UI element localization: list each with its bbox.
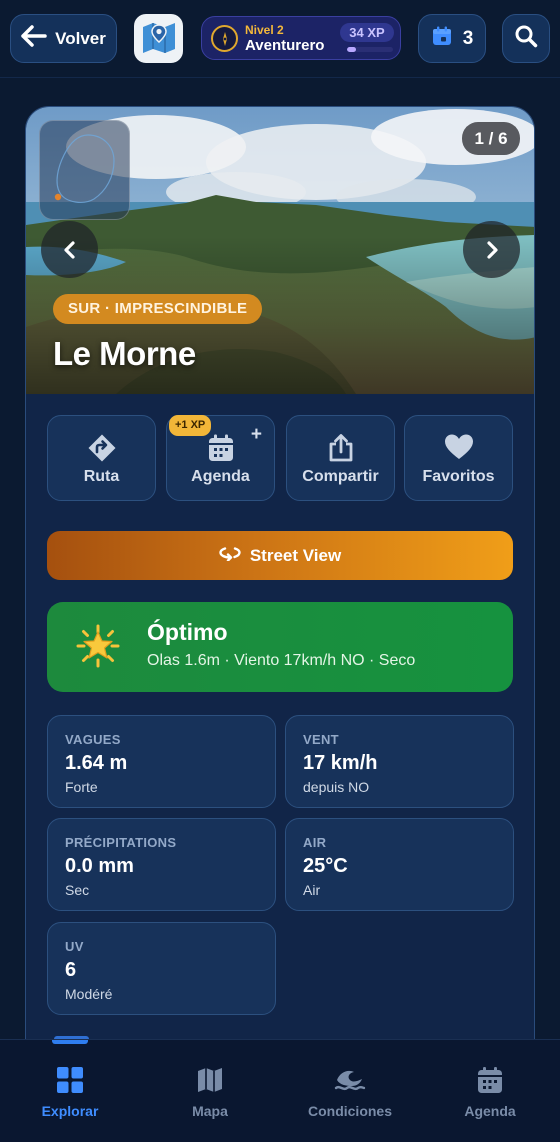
chevron-right-icon — [484, 240, 500, 259]
place-title: Le Morne — [53, 335, 196, 372]
conditions-status: Óptimo — [147, 619, 228, 645]
nav-explorar[interactable]: Explorar — [0, 1040, 140, 1140]
route-button[interactable]: Ruta — [47, 415, 156, 501]
nav-label: Mapa — [192, 1103, 228, 1119]
share-icon — [287, 433, 394, 463]
tile-label: PRÉCIPITATIONS — [65, 835, 177, 850]
map-pin-icon — [140, 18, 178, 59]
top-bar: Volver Nivel 2 Aventurero 34 XP 3 — [0, 0, 560, 78]
tile-value: 25°C — [303, 855, 348, 877]
tile-sub: Forte — [65, 779, 98, 795]
share-button[interactable]: Compartir — [286, 415, 395, 501]
bottom-navigation: Explorar Mapa Condiciones Agenda — [0, 1039, 560, 1142]
tile-label: VENT — [303, 732, 339, 747]
back-label: Volver — [55, 28, 106, 48]
level-name: Aventurero — [245, 37, 325, 54]
chevron-left-icon — [62, 240, 78, 259]
tile-sub: Modéré — [65, 986, 113, 1002]
home-indicator-area — [0, 1136, 560, 1142]
tile-sub: Air — [303, 882, 321, 898]
previous-image-button[interactable] — [41, 221, 98, 278]
wind-tile: VENT 17 km/h depuis NO — [285, 715, 514, 808]
conditions-summary: Olas 1.6m · Viento 17km/h NO · Seco — [147, 652, 416, 669]
location-dot — [54, 193, 62, 201]
region-tag: SUR · IMPRESCINDIBLE — [53, 294, 263, 324]
nav-mapa[interactable]: Mapa — [140, 1040, 280, 1140]
active-indicator — [52, 1040, 88, 1044]
directions-icon — [48, 433, 155, 463]
xp-progress-bar — [347, 47, 393, 52]
hero-gallery[interactable]: 1 / 6 SUR · IMPRESCINDIBLE Le Morne — [26, 107, 534, 394]
xp-pill: 34 XP — [340, 23, 394, 42]
level-badge[interactable]: Nivel 2 Aventurero 34 XP — [201, 16, 401, 60]
calendar-icon — [420, 1066, 560, 1094]
grid-icon — [0, 1066, 140, 1094]
calendar-add-icon — [167, 433, 274, 463]
add-to-agenda-button[interactable]: +1 XP + Agenda — [166, 415, 275, 501]
waves-tile: VAGUES 1.64 m Forte — [47, 715, 276, 808]
app-logo[interactable] — [134, 14, 183, 63]
share-label: Compartir — [302, 468, 379, 485]
next-image-button[interactable] — [463, 221, 520, 278]
agenda-button[interactable]: 3 — [418, 14, 486, 63]
street-view-button[interactable]: Street View — [47, 531, 513, 580]
compass-icon — [211, 25, 238, 52]
heart-icon — [405, 433, 512, 461]
street-view-label: Street View — [249, 545, 342, 565]
back-button[interactable]: Volver — [10, 14, 117, 63]
nav-label: Explorar — [41, 1103, 99, 1119]
arrow-left-icon — [21, 25, 47, 52]
precipitation-tile: PRÉCIPITATIONS 0.0 mm Sec — [47, 818, 276, 911]
tile-sub: depuis NO — [303, 779, 370, 795]
calendar-icon — [431, 25, 453, 53]
nav-label: Agenda — [464, 1103, 516, 1119]
level-label: Nivel 2 — [245, 23, 284, 37]
favorite-label: Favoritos — [422, 468, 495, 485]
route-label: Ruta — [83, 468, 120, 485]
tile-sub: Sec — [65, 882, 90, 898]
tile-label: UV — [65, 939, 84, 954]
agenda-label: Agenda — [191, 468, 250, 485]
place-detail-card: 1 / 6 SUR · IMPRESCINDIBLE Le Morne Ruta… — [25, 106, 535, 1106]
xp-progress-fill — [347, 47, 357, 52]
nav-label: Condiciones — [307, 1103, 392, 1119]
street-view-icon — [219, 545, 241, 566]
island-minimap[interactable] — [39, 120, 130, 220]
tile-value: 6 — [65, 959, 77, 981]
search-button[interactable] — [502, 14, 550, 63]
search-icon — [514, 24, 538, 53]
tile-value: 1.64 m — [65, 752, 128, 774]
map-icon — [140, 1066, 280, 1094]
tile-value: 0.0 mm — [65, 855, 134, 877]
image-counter: 1 / 6 — [462, 122, 520, 155]
sun-icon — [75, 623, 121, 674]
air-tile: AIR 25°C Air — [285, 818, 514, 911]
favorite-button[interactable]: Favoritos — [404, 415, 513, 501]
nav-agenda[interactable]: Agenda — [420, 1040, 560, 1140]
tile-label: VAGUES — [65, 732, 121, 747]
waves-icon — [280, 1066, 420, 1094]
uv-tile: UV 6 Modéré — [47, 922, 276, 1015]
nav-condiciones[interactable]: Condiciones — [280, 1040, 420, 1140]
tile-label: AIR — [303, 835, 327, 850]
tile-value: 17 km/h — [303, 752, 378, 774]
agenda-count: 3 — [462, 27, 474, 49]
conditions-banner: Óptimo Olas 1.6m · Viento 17km/h NO · Se… — [47, 602, 513, 692]
